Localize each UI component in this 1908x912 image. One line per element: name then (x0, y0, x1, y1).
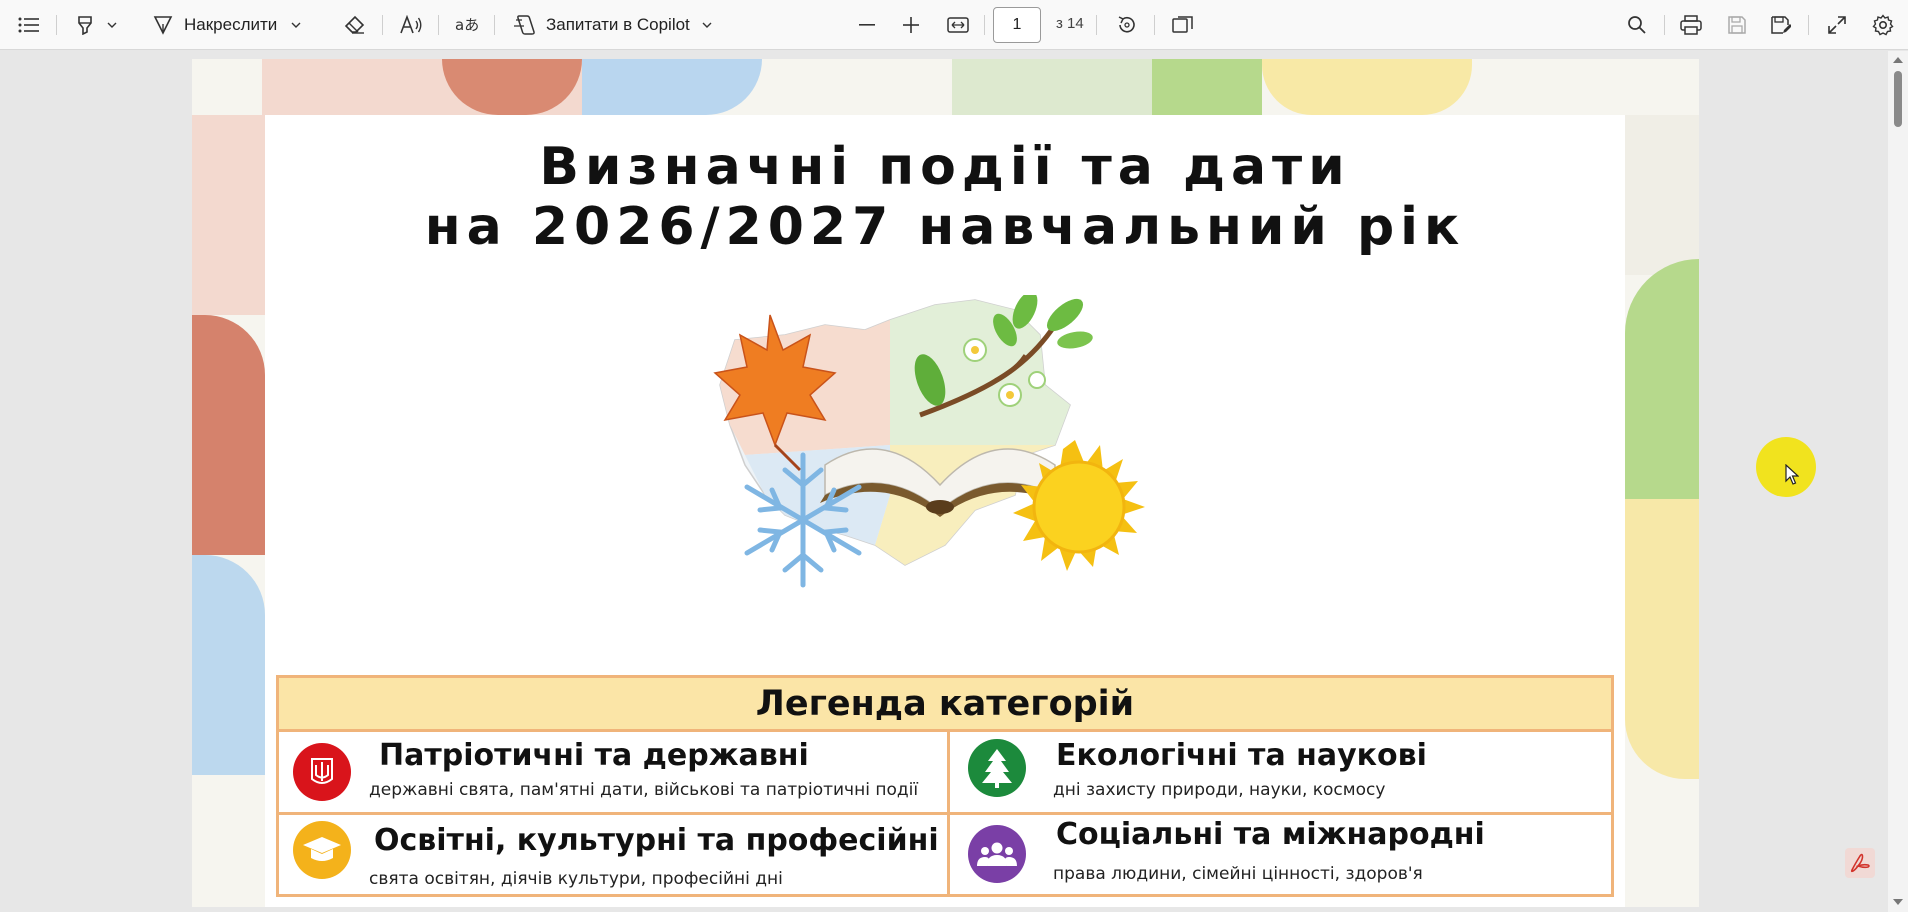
legend-heading: Легенда категорій (279, 678, 1611, 732)
people-icon (968, 825, 1026, 883)
page-content: Визначні події та дати на 2026/2027 навч… (265, 115, 1625, 907)
legend-category: Соціальні та міжнародні права людини, сі… (950, 815, 1611, 894)
draw-label: Накреслити (184, 15, 278, 34)
page-title: Визначні події та дати на 2026/2027 навч… (265, 137, 1625, 257)
decor-shape (192, 315, 265, 555)
print-button[interactable] (1676, 9, 1706, 41)
translate-icon: aあ (455, 15, 479, 35)
toolbar-separator (382, 15, 383, 35)
category-description: дні захисту природи, науки, космосу (1053, 780, 1386, 800)
seasons-illustration (713, 295, 1145, 588)
toolbar-separator (984, 15, 985, 35)
fit-width-button[interactable] (942, 9, 974, 41)
settings-button[interactable] (1868, 9, 1898, 41)
fullscreen-button[interactable] (1822, 9, 1852, 41)
toolbar-separator (1808, 15, 1809, 35)
highlighter-icon (75, 15, 95, 35)
trident-icon (293, 743, 351, 801)
category-title: Освітні, культурні та професійні (374, 823, 939, 858)
scroll-thumb[interactable] (1894, 71, 1902, 127)
chevron-down-icon (107, 22, 117, 28)
rotate-icon (1116, 14, 1138, 36)
svg-text:aあ: aあ (455, 16, 479, 34)
category-description: державні свята, пам'ятні дати, військові… (369, 780, 919, 800)
save-button[interactable] (1722, 9, 1752, 41)
toolbar-separator (438, 15, 439, 35)
decor-shape (582, 59, 762, 115)
page-view-button[interactable] (1168, 9, 1198, 41)
toolbar-separator (1154, 15, 1155, 35)
fit-width-icon (947, 17, 969, 33)
plus-icon (903, 17, 919, 33)
expand-icon (1828, 16, 1846, 34)
graduation-cap-icon (293, 821, 351, 879)
decor-shape (192, 555, 265, 775)
save-as-icon (1771, 16, 1791, 34)
vertical-scrollbar[interactable] (1888, 51, 1908, 912)
search-icon (1627, 15, 1647, 35)
page-number-input[interactable]: 1 (993, 7, 1041, 43)
toolbar-separator (56, 15, 57, 35)
save-icon (1728, 16, 1746, 34)
copilot-button[interactable]: Запитати в Copilot (512, 9, 722, 41)
document-viewer[interactable]: Визначні події та дати на 2026/2027 навч… (0, 51, 1908, 912)
chevron-down-icon (291, 22, 301, 28)
decor-shape (952, 59, 1152, 115)
print-icon (1680, 15, 1702, 35)
legend-category: Патріотичні та державні державні свята, … (279, 732, 947, 812)
decor-shape (1625, 115, 1699, 275)
translate-button[interactable]: aあ (452, 9, 482, 41)
toolbar-separator (1664, 15, 1665, 35)
toolbar-separator (1096, 15, 1097, 35)
read-aloud-icon (399, 15, 423, 35)
eraser-icon (344, 15, 366, 35)
pdf-toolbar: Накреслити aあ Запитати в Copilot 1 з 14 (0, 0, 1908, 50)
save-as-button[interactable] (1766, 9, 1796, 41)
pdf-page: Визначні події та дати на 2026/2027 навч… (192, 59, 1699, 907)
title-line-2: на 2026/2027 навчальний рік (424, 197, 1466, 257)
rotate-button[interactable] (1112, 9, 1142, 41)
search-button[interactable] (1622, 9, 1652, 41)
acrobat-icon[interactable] (1845, 848, 1875, 878)
category-description: свята освітян, діячів культури, професій… (369, 869, 783, 889)
gear-icon (1872, 14, 1894, 36)
decor-shape (1625, 259, 1699, 499)
scroll-up-arrow-icon[interactable] (1893, 57, 1903, 63)
pen-icon (152, 14, 174, 36)
mouse-cursor-icon (1785, 464, 1799, 485)
copilot-icon (512, 14, 536, 36)
legend-category: Екологічні та наукові дні захисту природ… (950, 732, 1611, 812)
eraser-button[interactable] (340, 9, 370, 41)
zoom-out-button[interactable] (852, 9, 882, 41)
scroll-down-arrow-icon[interactable] (1893, 899, 1903, 905)
list-icon[interactable] (14, 9, 44, 41)
highlight-button[interactable] (68, 9, 124, 41)
minus-icon (859, 24, 875, 26)
title-line-1: Визначні події та дати (539, 137, 1351, 197)
copilot-label: Запитати в Copilot (546, 15, 690, 34)
toolbar-separator (494, 15, 495, 35)
category-title: Патріотичні та державні (379, 738, 809, 773)
zoom-in-button[interactable] (896, 9, 926, 41)
draw-button[interactable]: Накреслити (152, 9, 320, 41)
category-legend: Легенда категорій Патріотичні та державн… (276, 675, 1614, 897)
chevron-down-icon (702, 22, 712, 28)
read-aloud-button[interactable] (396, 9, 426, 41)
decor-shape (1152, 59, 1262, 115)
category-title: Соціальні та міжнародні (1056, 817, 1485, 852)
decor-shape (1262, 59, 1472, 115)
category-title: Екологічні та наукові (1056, 738, 1427, 773)
tree-icon (968, 739, 1026, 797)
decor-shape (1625, 499, 1699, 779)
category-description: права людини, сімейні цінності, здоров'я (1053, 864, 1423, 884)
legend-category: Освітні, культурні та професійні свята о… (279, 815, 947, 894)
page-view-icon (1172, 16, 1194, 34)
page-total: з 14 (1056, 15, 1084, 32)
decor-shape (192, 115, 265, 315)
